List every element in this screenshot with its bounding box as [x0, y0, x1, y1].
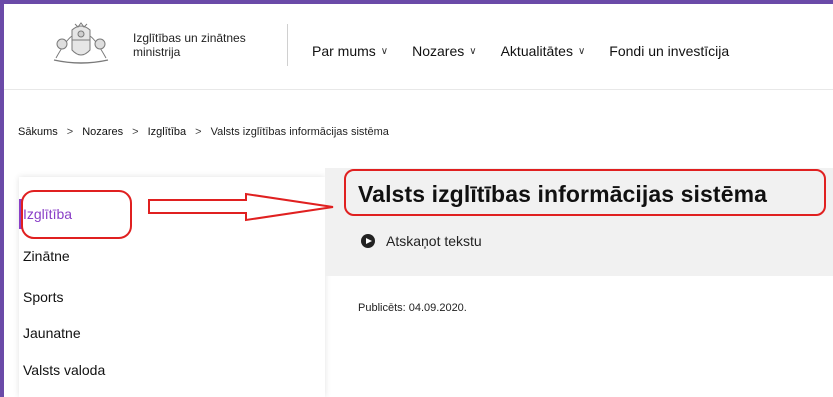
annotation-overlay [21, 169, 826, 239]
annotation-box-sidebar [21, 190, 132, 239]
annotation-arrow [148, 192, 334, 222]
annotation-box-title [344, 169, 826, 216]
